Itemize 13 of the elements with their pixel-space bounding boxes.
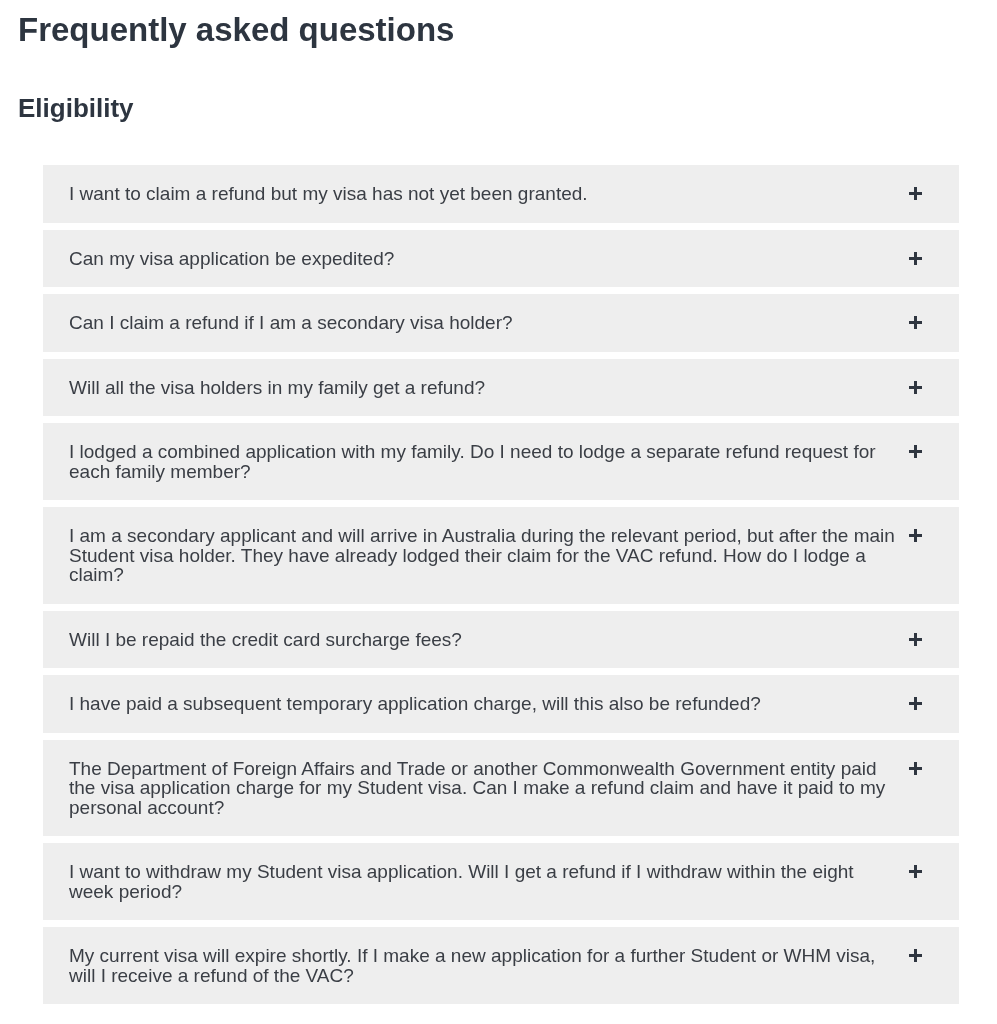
faq-question-button[interactable]: My current visa will expire shortly. If I make a new application for a further Student or WHM visa, will I receive a refund of the VAC? [43, 927, 959, 1004]
faq-question-button[interactable]: Can I claim a refund if I am a secondary visa holder? [43, 294, 959, 352]
faq-question-button[interactable]: I lodged a combined application with my family. Do I need to lodge a separate refund request for each family member? [43, 423, 959, 500]
faq-question-button[interactable]: Will all the visa holders in my family get a refund? [43, 358, 959, 416]
faq-question-button[interactable]: Will I be repaid the credit card surcharge fees? [43, 610, 959, 668]
faq-question-button[interactable]: The Department of Foreign Affairs and Trade or another Commonwealth Government entity paid the visa application charge for my Student visa. Can I make a refund claim and have it paid to my personal account? [43, 739, 959, 836]
faq-question-button[interactable]: I want to claim a refund but my visa has not yet been granted. [43, 165, 959, 223]
section-heading: Eligibility [18, 92, 134, 124]
faq-question-button[interactable]: I have paid a subsequent temporary application charge, will this also be refunded? [43, 675, 959, 733]
faq-question-button[interactable]: I want to withdraw my Student visa application. Will I get a refund if I withdraw within the eight week period? [43, 843, 959, 920]
faq-question-button[interactable]: Can my visa application be expedited? [43, 229, 959, 287]
page-title: Frequently asked questions [18, 10, 455, 50]
faq-question-button[interactable]: I am a secondary applicant and will arrive in Australia during the relevant period, but after the main Student visa holder. They have already lodged their claim for the VAC refund. How do I lodge a claim? [43, 507, 959, 604]
